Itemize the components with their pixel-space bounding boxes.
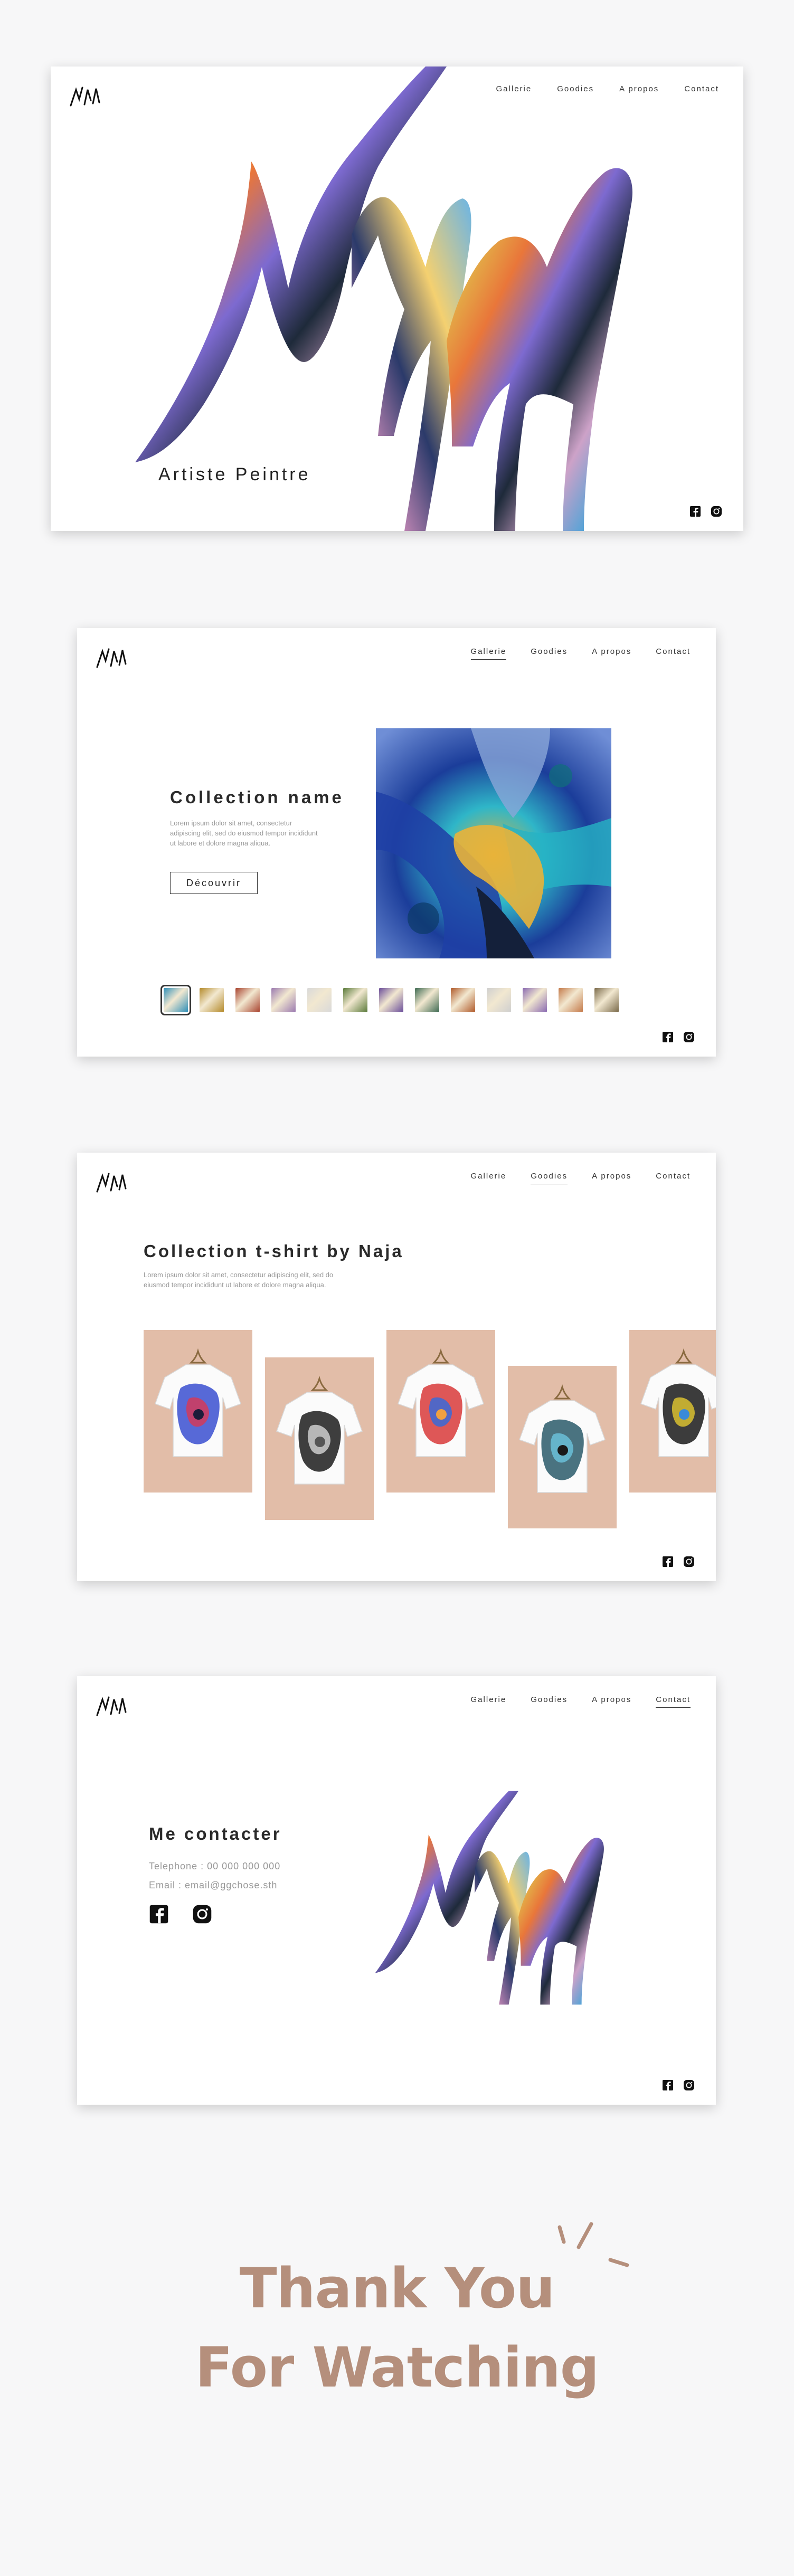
hero-frame: Gallerie Goodies A propos Contact Artist… [51, 66, 743, 531]
nav-contact[interactable]: Contact [656, 647, 691, 660]
painting-thumbnail[interactable] [271, 988, 296, 1012]
tshirt-card[interactable] [144, 1330, 252, 1493]
nav-contact[interactable]: Contact [684, 84, 719, 97]
social-links [662, 2079, 695, 2091]
collection-description: Lorem ipsum dolor sit amet, consectetur … [170, 819, 318, 847]
painting-thumbnail[interactable] [343, 988, 367, 1012]
instagram-icon[interactable] [711, 506, 722, 517]
nav-gallery[interactable]: Gallerie [471, 1695, 507, 1708]
painting-thumbnail[interactable] [594, 988, 619, 1012]
tshirt-card[interactable] [386, 1330, 495, 1493]
gallery-frame: Gallerie Goodies A propos Contact Collec… [77, 628, 716, 1057]
painting-thumbnail[interactable] [523, 988, 547, 1012]
main-nav: Gallerie Goodies A propos Contact [470, 647, 691, 660]
facebook-icon[interactable] [662, 2079, 674, 2091]
instagram-icon[interactable] [683, 1031, 695, 1043]
tshirt-collection-title: Collection t-shirt by Naja [144, 1241, 404, 1261]
tshirt-card[interactable] [629, 1330, 716, 1493]
contact-title: Me contacter [149, 1824, 282, 1843]
naja-logo[interactable] [93, 1164, 130, 1201]
nav-contact[interactable]: Contact [656, 1172, 691, 1184]
painting-thumbnail[interactable] [200, 988, 224, 1012]
nav-gallery[interactable]: Gallerie [470, 647, 507, 660]
naja-logo[interactable] [93, 640, 130, 677]
painting-thumbnail[interactable] [487, 988, 511, 1012]
thank-you-line1: Thank You [239, 2256, 555, 2321]
naja-painted-lettering [135, 66, 632, 531]
goodies-frame: Gallerie Goodies A propos Contact Collec… [77, 1153, 716, 1581]
contact-email[interactable]: Email : email@ggchose.sth [149, 1880, 277, 1891]
nav-about[interactable]: A propos [592, 1695, 631, 1708]
painting-thumbnail[interactable] [379, 988, 403, 1012]
painting-thumbnail[interactable] [559, 988, 583, 1012]
facebook-icon[interactable] [149, 1904, 169, 1924]
discover-button[interactable]: Découvrir [170, 872, 258, 894]
contact-frame: Gallerie Goodies A propos Contact Me con… [77, 1676, 716, 2105]
naja-painted-lettering [375, 1791, 604, 2005]
nav-gallery[interactable]: Gallerie [471, 1172, 507, 1184]
nav-about[interactable]: A propos [592, 1172, 631, 1184]
social-links [689, 506, 722, 517]
hero-tagline: Artiste Peintre [158, 464, 311, 484]
instagram-icon[interactable] [683, 1556, 695, 1567]
painting-thumbnail[interactable] [415, 988, 439, 1012]
nav-goodies[interactable]: Goodies [531, 1695, 568, 1708]
nav-about[interactable]: A propos [592, 647, 631, 660]
thumbnail-strip [160, 985, 619, 1015]
facebook-icon[interactable] [689, 506, 701, 517]
contact-social-links [149, 1904, 212, 1924]
painting-thumbnail[interactable] [160, 985, 191, 1015]
thank-you-line2: For Watching [195, 2335, 600, 2400]
contact-phone: Telephone : 00 000 000 000 [149, 1861, 281, 1871]
featured-painting [376, 728, 611, 958]
instagram-icon[interactable] [683, 2079, 695, 2091]
nav-goodies[interactable]: Goodies [531, 647, 568, 660]
tshirt-card[interactable] [508, 1366, 617, 1528]
painting-thumbnail[interactable] [235, 988, 260, 1012]
facebook-icon[interactable] [662, 1556, 674, 1567]
main-nav: Gallerie Goodies A propos Contact [471, 1172, 691, 1184]
tshirt-collection-description: Lorem ipsum dolor sit amet, consectetur … [144, 1271, 334, 1289]
painting-thumbnail[interactable] [451, 988, 475, 1012]
facebook-icon[interactable] [662, 1031, 674, 1043]
tshirt-card[interactable] [265, 1357, 374, 1520]
nav-contact[interactable]: Contact [656, 1695, 691, 1708]
nav-goodies[interactable]: Goodies [531, 1172, 568, 1184]
naja-logo[interactable] [93, 1688, 130, 1725]
collection-title: Collection name [170, 787, 344, 807]
painting-thumbnail[interactable] [307, 988, 332, 1012]
social-links [662, 1556, 695, 1567]
naja-logo[interactable] [67, 78, 103, 115]
social-links [662, 1031, 695, 1043]
instagram-icon[interactable] [192, 1904, 212, 1924]
main-nav: Gallerie Goodies A propos Contact [471, 1695, 691, 1708]
